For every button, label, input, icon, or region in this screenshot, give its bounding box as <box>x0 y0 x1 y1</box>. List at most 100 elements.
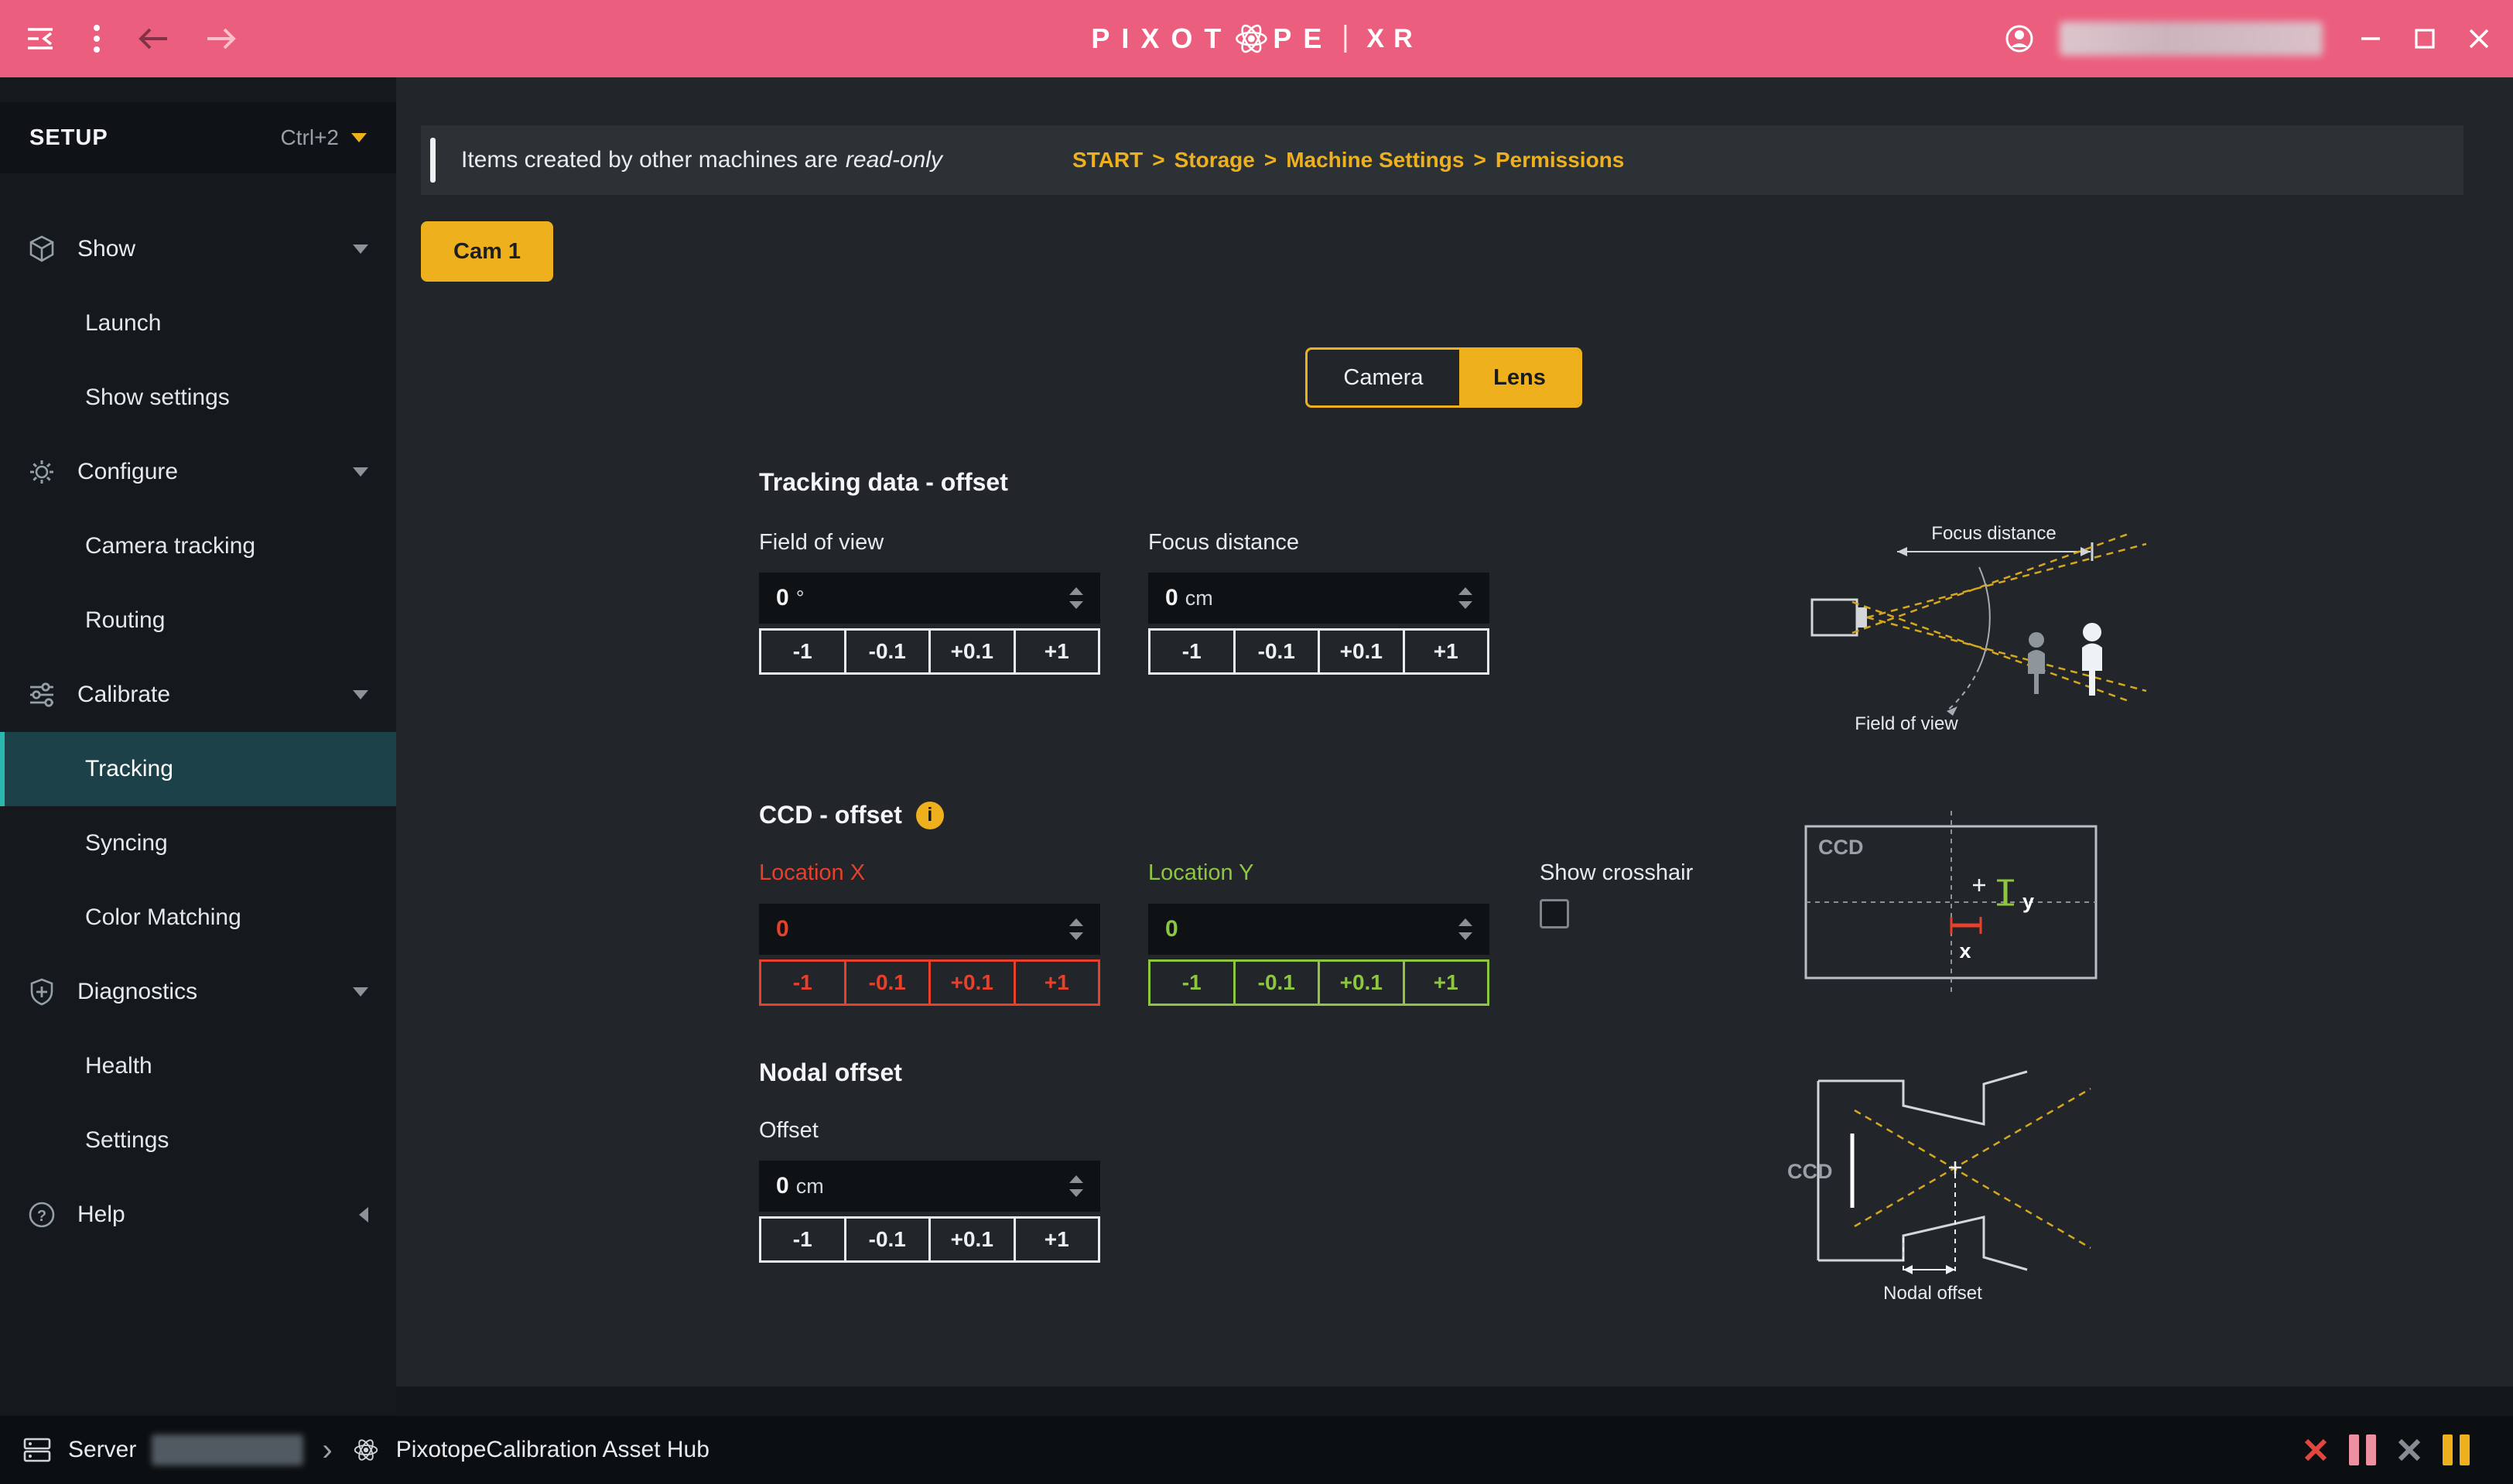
stepper-down-icon[interactable] <box>1069 1189 1083 1197</box>
minus-0-1-button[interactable]: -0.1 <box>1233 631 1318 672</box>
sidebar-item-diagnostics[interactable]: Diagnostics <box>0 955 396 1029</box>
sidebar-item-show-settings[interactable]: Show settings <box>0 361 396 435</box>
stepper-down-icon[interactable] <box>1458 932 1472 940</box>
breadcrumb-storage[interactable]: Storage <box>1174 148 1255 173</box>
field-of-view-input[interactable]: 0 ° <box>759 573 1100 624</box>
plus-0-1-button[interactable]: +0.1 <box>1318 962 1403 1004</box>
setup-selector[interactable]: SETUP Ctrl+2 <box>0 102 396 173</box>
server-label: Server <box>68 1437 136 1463</box>
sidebar-item-settings[interactable]: Settings <box>0 1103 396 1178</box>
chevron-down-icon[interactable] <box>353 987 368 997</box>
offset-label: Offset <box>759 1118 819 1144</box>
focus-distance-diagram-label: Focus distance <box>1931 523 2056 544</box>
tab-lens[interactable]: Lens <box>1459 350 1580 405</box>
stepper-up-icon[interactable] <box>1458 587 1472 595</box>
location-x-step-buttons: -1 -0.1 +0.1 +1 <box>759 959 1100 1006</box>
chevron-left-icon[interactable] <box>359 1207 368 1222</box>
minus-1-button[interactable]: -1 <box>761 962 844 1004</box>
cam-1-button[interactable]: Cam 1 <box>421 221 553 282</box>
minus-0-1-button[interactable]: -0.1 <box>844 1219 929 1260</box>
minus-1-button[interactable]: -1 <box>1151 962 1233 1004</box>
close-icon[interactable] <box>2467 26 2491 51</box>
stepper-down-icon[interactable] <box>1458 601 1472 609</box>
kebab-menu-icon[interactable] <box>91 22 102 56</box>
sidebar-item-calibrate[interactable]: Calibrate <box>0 658 396 732</box>
sidebar-item-color-matching[interactable]: Color Matching <box>0 880 396 955</box>
breadcrumb-start[interactable]: START <box>1072 148 1143 173</box>
focus-distance-input[interactable]: 0 cm <box>1148 573 1489 624</box>
sidebar-item-launch[interactable]: Launch <box>0 286 396 361</box>
nodal-ccd-label: CCD <box>1787 1160 1833 1183</box>
show-crosshair-checkbox[interactable] <box>1540 899 1569 928</box>
stepper-up-icon[interactable] <box>1069 918 1083 926</box>
stepper-up-icon[interactable] <box>1458 918 1472 926</box>
minus-0-1-button[interactable]: -0.1 <box>844 962 929 1004</box>
breadcrumb-separator: > <box>1255 148 1286 173</box>
plus-1-button[interactable]: +1 <box>1014 962 1099 1004</box>
sidebar-item-show[interactable]: Show <box>0 212 396 286</box>
sidebar-item-tracking[interactable]: Tracking <box>0 732 396 806</box>
sidebar-item-help[interactable]: ? Help <box>0 1178 396 1252</box>
minimize-icon[interactable] <box>2358 26 2383 51</box>
user-email-redacted[interactable] <box>2060 22 2323 56</box>
stepper-down-icon[interactable] <box>1069 932 1083 940</box>
sidebar-collapse-icon[interactable] <box>23 22 57 56</box>
offset-input[interactable]: 0 cm <box>759 1161 1100 1212</box>
person-near-icon <box>2082 623 2102 696</box>
asset-hub-label[interactable]: PixotopeCalibration Asset Hub <box>396 1437 709 1463</box>
status-pause-pink-icon[interactable] <box>2349 1434 2376 1465</box>
logo-text-right: PE <box>1273 22 1333 55</box>
sidebar-item-camera-tracking[interactable]: Camera tracking <box>0 509 396 583</box>
minus-1-button[interactable]: -1 <box>1151 631 1233 672</box>
user-icon[interactable] <box>2002 22 2036 56</box>
back-arrow-icon[interactable] <box>136 25 170 53</box>
minus-0-1-button[interactable]: -0.1 <box>844 631 929 672</box>
offset-step-buttons: -1 -0.1 +0.1 +1 <box>759 1216 1100 1263</box>
info-icon[interactable]: i <box>916 802 944 829</box>
status-stop-gray-icon[interactable] <box>2395 1435 2424 1465</box>
breadcrumb-machine-settings[interactable]: Machine Settings <box>1286 148 1464 173</box>
setup-label: SETUP <box>29 125 108 151</box>
plus-1-button[interactable]: +1 <box>1014 1219 1099 1260</box>
status-stop-red-icon[interactable] <box>2301 1435 2330 1465</box>
chevron-down-icon[interactable] <box>353 690 368 699</box>
plus-0-1-button[interactable]: +0.1 <box>928 1219 1014 1260</box>
minus-0-1-button[interactable]: -0.1 <box>1233 962 1318 1004</box>
minus-1-button[interactable]: -1 <box>761 1219 844 1260</box>
plus-1-button[interactable]: +1 <box>1403 631 1488 672</box>
notice-text: Items created by other machines areread-… <box>461 147 942 173</box>
status-pause-yellow-icon[interactable] <box>2443 1434 2470 1465</box>
stepper-down-icon[interactable] <box>1069 601 1083 609</box>
chevron-down-icon[interactable] <box>353 467 368 477</box>
location-x-input[interactable]: 0 <box>759 904 1100 955</box>
chevron-down-icon[interactable] <box>351 133 367 142</box>
tab-camera[interactable]: Camera <box>1308 350 1459 405</box>
breadcrumb-permissions[interactable]: Permissions <box>1496 148 1625 173</box>
sidebar: SETUP Ctrl+2 Show Launch Show settings <box>0 77 396 1416</box>
logo-divider <box>1344 25 1346 53</box>
plus-0-1-button[interactable]: +0.1 <box>928 631 1014 672</box>
minus-1-button[interactable]: -1 <box>761 631 844 672</box>
plus-0-1-button[interactable]: +0.1 <box>928 962 1014 1004</box>
focus-distance-step-buttons: -1 -0.1 +0.1 +1 <box>1148 628 1489 675</box>
forward-arrow-icon[interactable] <box>204 25 238 53</box>
plus-1-button[interactable]: +1 <box>1014 631 1099 672</box>
titlebar: PIXOT PE XR <box>0 0 2513 77</box>
sidebar-item-health[interactable]: Health <box>0 1029 396 1103</box>
main-content: Items created by other machines areread-… <box>396 77 2513 1416</box>
stepper-up-icon[interactable] <box>1069 587 1083 595</box>
sidebar-item-syncing[interactable]: Syncing <box>0 806 396 880</box>
sliders-icon <box>26 680 57 710</box>
maximize-icon[interactable] <box>2412 26 2437 51</box>
location-y-step-buttons: -1 -0.1 +0.1 +1 <box>1148 959 1489 1006</box>
breadcrumb: START > Storage > Machine Settings > Per… <box>1072 148 1624 173</box>
plus-0-1-button[interactable]: +0.1 <box>1318 631 1403 672</box>
ccd-offset-title: CCD - offset i <box>759 801 944 829</box>
sidebar-item-configure[interactable]: Configure <box>0 435 396 509</box>
server-name-redacted[interactable] <box>152 1434 303 1465</box>
stepper-up-icon[interactable] <box>1069 1175 1083 1183</box>
location-y-input[interactable]: 0 <box>1148 904 1489 955</box>
sidebar-item-routing[interactable]: Routing <box>0 583 396 658</box>
plus-1-button[interactable]: +1 <box>1403 962 1488 1004</box>
chevron-down-icon[interactable] <box>353 244 368 254</box>
